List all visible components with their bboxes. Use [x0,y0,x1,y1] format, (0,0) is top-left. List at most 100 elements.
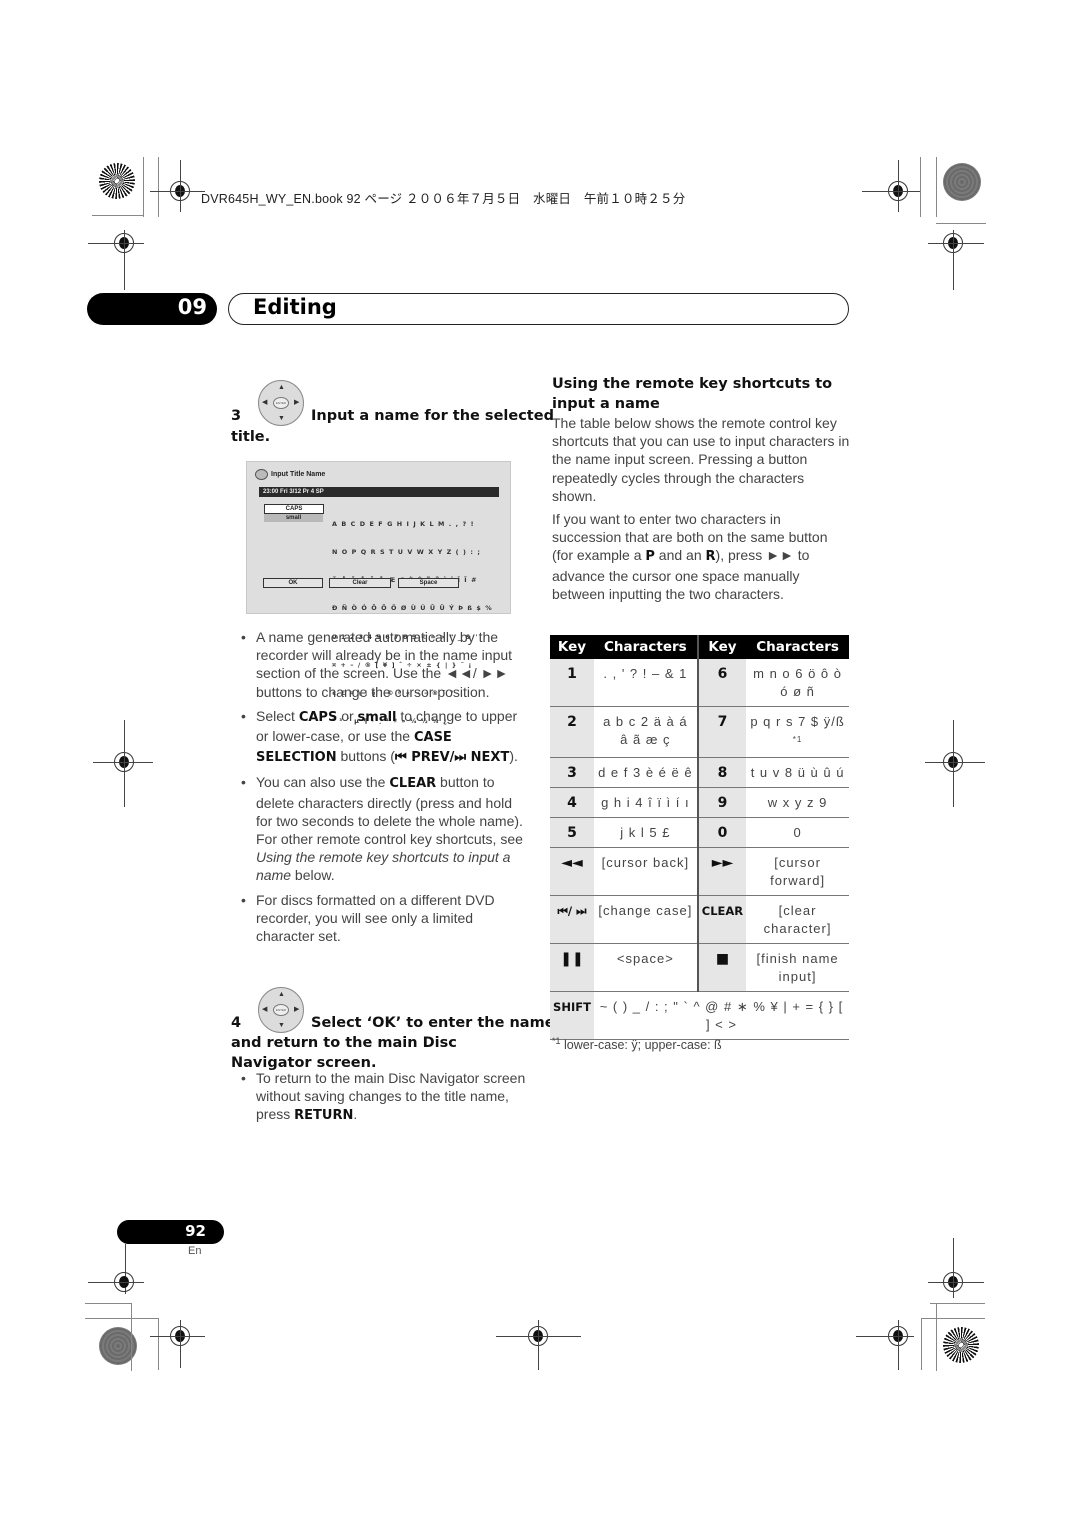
chapter-number: 09 [177,295,207,319]
column-header: Characters [746,635,849,659]
characters-cell: g h i 4 î ï ì í ı [593,787,698,819]
step-3-notes: A name generated automatically by the re… [240,628,530,951]
characters-cell: 0 [746,817,849,849]
table-row: ⏮/ ⏭ [change case] CLEAR [clear character] [550,895,849,945]
crop-mark [150,191,205,192]
footnote: *1 lower-case: ÿ; upper-case: ß [552,1036,722,1052]
step-4-notes: To return to the main Disc Navigator scr… [240,1069,530,1132]
crop-mark [158,1318,159,1370]
registration-starburst-icon [943,1327,979,1363]
crop-mark [158,157,159,217]
crop-mark [93,762,153,763]
crop-mark [88,243,144,244]
key-cell: ►► [696,847,747,897]
page-language: En [188,1245,202,1257]
character-row[interactable]: A B C D E F G H I J K L M . , ? ! [332,520,493,529]
small-button[interactable]: small [264,514,323,522]
remote-dpad-icon: ▲ ▼ ◀ ▶ ENTER [258,380,304,426]
crop-mark [131,1303,132,1371]
crop-mark [124,230,125,290]
crop-mark [936,223,986,224]
key-cell: ⏮/ ⏭ [550,895,594,945]
print-job-header: DVR645H_WY_EN.book 92 ページ ２００６年７月５日 水曜日 … [201,192,686,206]
characters-cell: <space> [593,943,698,993]
crop-mark [920,157,921,217]
crop-mark [953,230,954,290]
crop-mark [898,1320,899,1370]
crop-mark [150,1336,205,1337]
key-cell: ◄◄ [550,847,594,897]
table-row: ❚❚ <space> ■ [finish name input] [550,943,849,993]
characters-cell: a b c 2 ä à á â ã æ ç [593,706,698,759]
characters-cell: d e f 3 è é ë ê [593,757,698,789]
crop-mark [930,1303,985,1304]
characters-cell: t u v 8 ü ù û ú [746,757,849,789]
step-4-heading: Select ‘OK’ to enter the name [311,1015,555,1031]
column-header: Characters [593,635,698,659]
key-cell: 1 [550,659,594,707]
list-item: You can also use the CLEAR button to del… [240,773,530,884]
crop-mark [180,160,181,212]
column-header: Key [696,635,747,659]
clear-button[interactable]: Clear [329,578,391,588]
crop-mark [936,157,937,217]
remote-dpad-icon: ▲ ▼ ◀ ▶ ENTER [258,987,304,1033]
characters-cell: m n o 6 ö ô ò ó ø ñ [746,659,849,707]
footnote-ref: *1 [792,735,803,744]
key-cell: 6 [696,659,747,707]
key-cell: 9 [696,787,747,819]
key-cell: ■ [696,943,747,993]
characters-cell: j k l 5 £ [593,817,698,849]
key-cell: SHIFT [550,991,594,1041]
list-item: A name generated automatically by the re… [240,628,530,701]
section-intro: The table below shows the remote control… [552,415,850,504]
section-heading: Using the remote key shortcuts to input … [552,376,833,412]
enter-button-icon: ENTER [273,1004,289,1016]
crop-mark [85,1303,132,1304]
column-header: Key [550,635,594,659]
step-3-number: 3 [231,408,242,424]
registration-disc-icon [943,163,981,201]
crop-mark [85,1318,158,1319]
characters-cell: [finish name input] [746,943,849,993]
table-row: 1. , ' ? ! – & 16m n o 6 ö ô ò ó ø ñ [550,659,849,707]
chapter-title-box: Editing [228,293,849,325]
key-cell: ❚❚ [550,943,594,993]
table-row: 2a b c 2 ä à á â ã æ ç7p q r s 7 $ ÿ/ß *… [550,706,849,759]
list-item: Select CAPS or small to change to upper … [240,707,530,768]
table-row: 4g h i 4 î ï ì í ı9w x y z 9 [550,787,849,819]
key-cell: 4 [550,787,594,819]
crop-mark [88,1282,144,1283]
character-row[interactable]: N O P Q R S T U V W X Y Z ( ) : ; [332,548,493,557]
crop-mark [862,191,920,192]
characters-cell: w x y z 9 [746,787,849,819]
table-row: ◄◄ [cursor back] ►► [cursor forward] [550,847,849,897]
characters-cell: ~ ( ) _ / : ; " ` ^ @ # ∗ % ¥ | + = { } … [593,991,849,1041]
list-item: To return to the main Disc Navigator scr… [240,1069,530,1126]
crop-mark [856,1336,914,1337]
caps-button[interactable]: CAPS [264,504,324,514]
step-4-heading-cont: and return to the main Disc Navigator sc… [231,1035,457,1071]
crop-mark [953,1238,954,1298]
key-cell: 8 [696,757,747,789]
crop-mark [180,1320,181,1368]
step-4-number: 4 [231,1015,242,1031]
crop-mark [538,1320,539,1370]
step-3-heading: Input a name for the selected [311,408,554,424]
footnote-marker: *1 [552,1036,561,1046]
page-number-tab: 92 [117,1220,224,1244]
list-item: For discs formatted on a different DVD r… [240,891,530,946]
crop-mark [921,1318,922,1370]
crop-mark [928,1282,984,1283]
return-button-label: RETURN [294,1108,354,1124]
characters-cell: [cursor back] [593,847,698,897]
footnote-text: lower-case: ÿ; upper-case: ß [564,1038,722,1053]
screen-title: Input Title Name [271,471,326,478]
disc-navigator-icon [255,469,268,480]
character-row[interactable]: Ð Ñ Ò Ó Ô Õ Ö Ø Ù Ú Û Ü Ý Þ ß $ % [332,604,493,613]
input-title-name-screen: Input Title Name 23:00 Fri 3/12 Pr 4 SP … [246,461,511,725]
key-cell: 5 [550,817,594,849]
table-header-row: Key Characters Key Characters [550,635,849,659]
ok-button[interactable]: OK [263,578,323,588]
space-button[interactable]: Space [398,578,459,588]
